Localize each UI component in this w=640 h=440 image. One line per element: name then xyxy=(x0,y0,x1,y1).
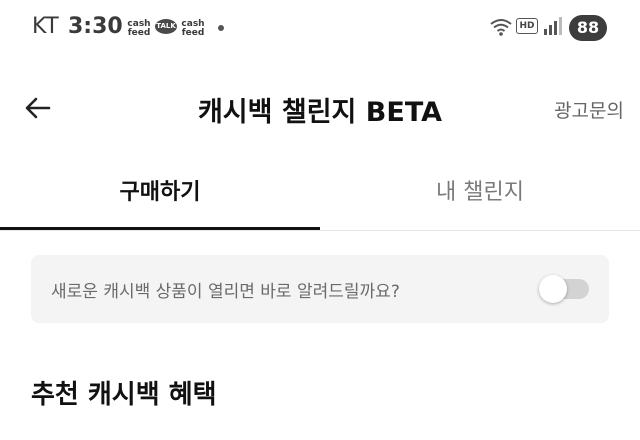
status-bar: KT 3:30 cash feed TALK cash feed HD 88 xyxy=(0,0,640,60)
notification-toggle[interactable] xyxy=(539,275,589,303)
more-notifications-dot-icon xyxy=(218,25,224,31)
page-title: 캐시백 챌린지 BETA xyxy=(197,97,443,128)
carrier-label: KT xyxy=(32,14,60,39)
cashfeed-notification-icon-2: cash feed xyxy=(181,19,205,38)
tab-divider xyxy=(0,230,640,231)
notification-opt-in-text: 새로운 캐시백 상품이 열리면 바로 알려드릴까요? xyxy=(51,282,400,302)
ad-inquiry-link[interactable]: 광고문의 xyxy=(554,96,624,123)
cashfeed-notification-icon: cash feed xyxy=(127,19,151,38)
battery-indicator: 88 xyxy=(569,15,607,41)
section-title: 추천 캐시백 혜택 xyxy=(31,380,217,410)
kakaotalk-notification-icon: TALK xyxy=(155,19,177,34)
cellular-signal-icon xyxy=(544,17,562,35)
tab-my-challenge[interactable]: 내 챌린지 xyxy=(320,174,640,206)
wifi-icon xyxy=(490,19,512,36)
status-time: 3:30 xyxy=(68,14,123,39)
notification-opt-in-card: 새로운 캐시백 상품이 열리면 바로 알려드릴까요? xyxy=(31,255,609,323)
active-tab-indicator xyxy=(0,227,320,230)
toggle-knob xyxy=(539,275,567,303)
hd-voice-icon: HD xyxy=(516,18,538,34)
tab-buy[interactable]: 구매하기 xyxy=(0,174,320,206)
